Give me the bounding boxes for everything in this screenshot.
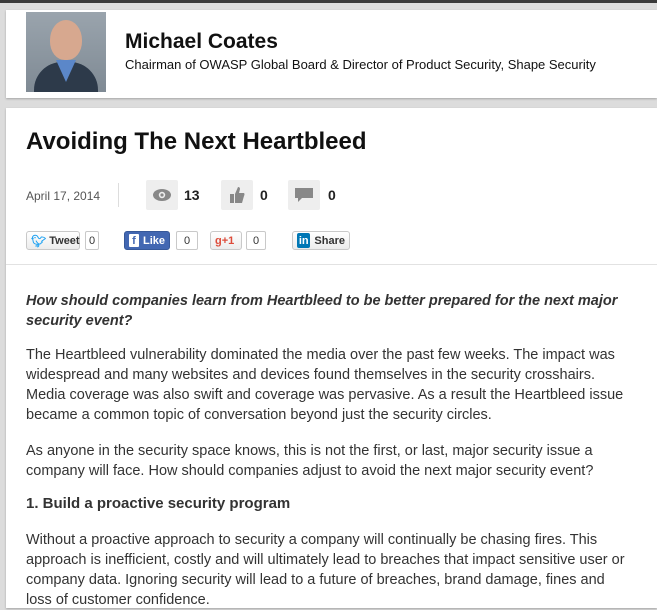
facebook-icon: f: [129, 234, 139, 247]
tweet-count: 0: [85, 231, 99, 250]
divider: [6, 264, 657, 265]
like-icon[interactable]: [221, 180, 253, 210]
linkedin-share-label: Share: [314, 234, 345, 247]
views-icon: [146, 180, 178, 210]
tweet-button[interactable]: 🐦︎ Tweet: [26, 231, 80, 250]
gplus-label: +1: [221, 234, 235, 247]
author-header: Michael Coates Chairman of OWASP Global …: [6, 10, 657, 98]
linkedin-share-button[interactable]: in Share: [292, 231, 350, 250]
gplus-count: 0: [246, 231, 266, 250]
author-headline: Chairman of OWASP Global Board & Directo…: [125, 57, 596, 72]
publish-date: April 17, 2014: [26, 189, 101, 203]
avatar[interactable]: [26, 12, 106, 92]
section-heading: 1. Build a proactive security program: [26, 495, 291, 512]
paragraph: As anyone in the security space knows, t…: [26, 443, 594, 479]
paragraph: The Heartbleed vulnerability dominated t…: [26, 347, 624, 423]
article-intro: How should companies learn from Heartble…: [26, 293, 618, 329]
likes-count: 0: [260, 187, 268, 203]
linkedin-icon: in: [297, 233, 311, 248]
facebook-like-button[interactable]: f Like: [124, 231, 170, 250]
article-title: Avoiding The Next Heartbleed: [26, 128, 367, 155]
paragraph: Without a proactive approach to security…: [26, 532, 625, 608]
facebook-like-count: 0: [176, 231, 198, 250]
comment-icon[interactable]: [288, 180, 320, 210]
comments-count: 0: [328, 187, 336, 203]
like-label: Like: [142, 234, 165, 247]
gplus-button[interactable]: g +1: [210, 231, 242, 250]
divider: [118, 183, 119, 207]
twitter-icon: 🐦︎: [31, 233, 47, 248]
author-name[interactable]: Michael Coates: [125, 30, 278, 54]
article: Avoiding The Next Heartbleed April 17, 2…: [6, 108, 657, 608]
views-count: 13: [184, 187, 200, 203]
top-bar: [0, 0, 657, 3]
gplus-icon: g: [215, 234, 222, 247]
tweet-label: Tweet: [49, 234, 80, 247]
